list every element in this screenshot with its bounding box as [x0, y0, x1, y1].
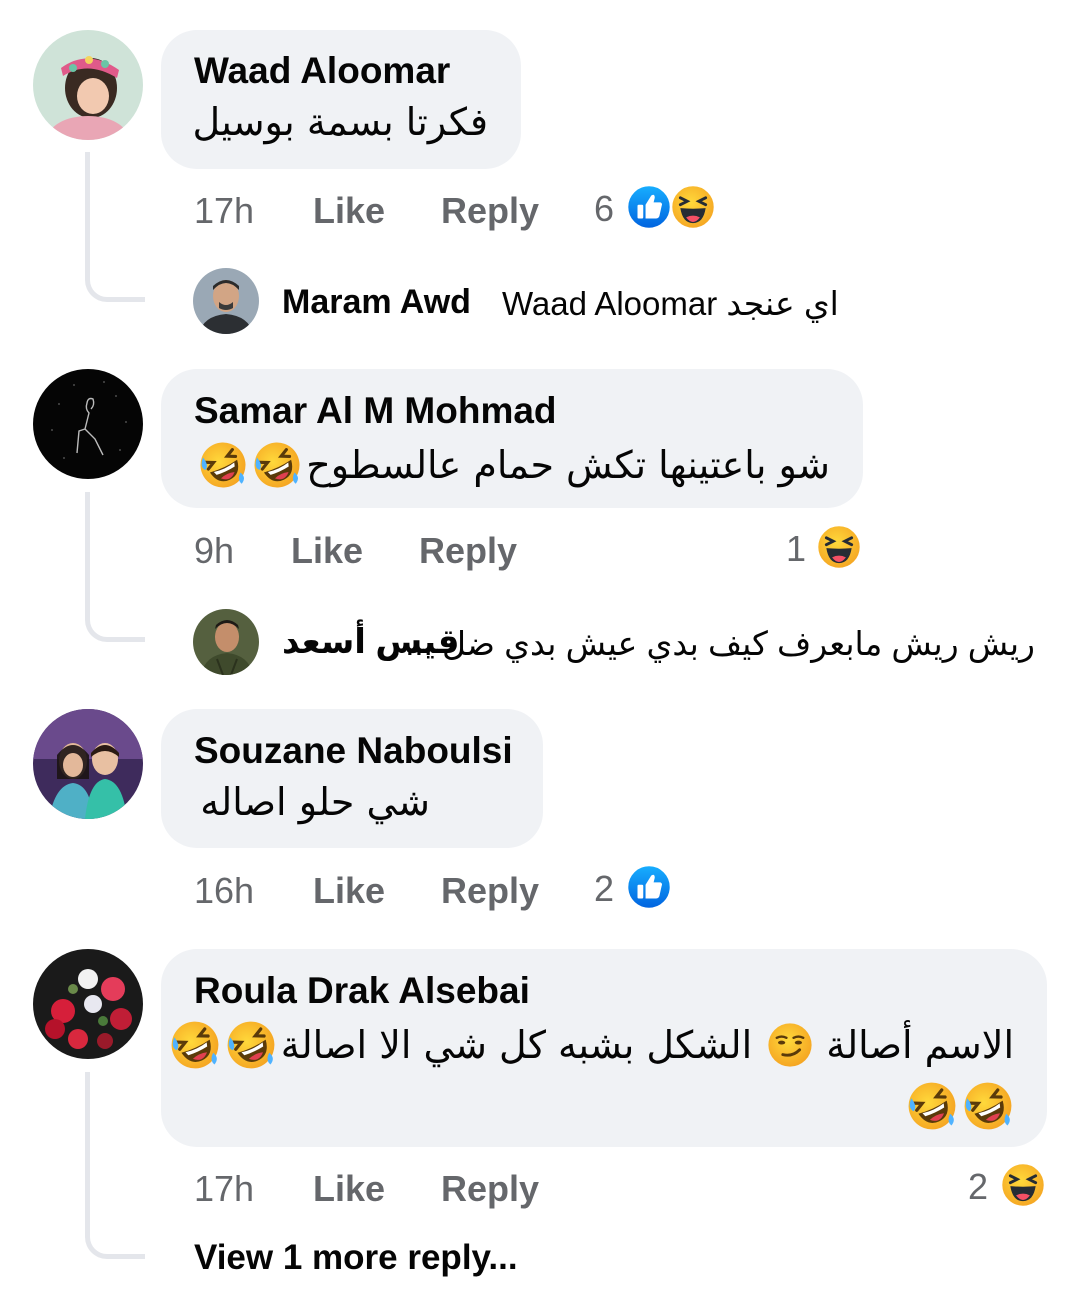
- comment-author[interactable]: Souzane Naboulsi: [194, 730, 513, 772]
- reply-button[interactable]: Reply: [441, 1168, 539, 1210]
- avatar[interactable]: [33, 30, 143, 140]
- reply-text: ريش ريش مابعرف كيف بدي عيش بدي ضل ...: [405, 625, 1035, 662]
- comment-text-row: شو باعتينها تكش حمام عالسطوح: [198, 438, 830, 492]
- haha-icon[interactable]: [816, 524, 862, 570]
- comment-time[interactable]: 17h: [194, 1168, 254, 1210]
- reply-button[interactable]: Reply: [419, 530, 517, 572]
- like-button[interactable]: Like: [313, 1168, 385, 1210]
- reaction-count[interactable]: 2: [968, 1166, 988, 1208]
- comment-text: الاسم أصالة: [826, 1023, 1014, 1067]
- reply-button[interactable]: Reply: [441, 870, 539, 912]
- reply-avatar[interactable]: [193, 268, 259, 334]
- comment-author[interactable]: Roula Drak Alsebai: [194, 970, 530, 1012]
- comment-time[interactable]: 9h: [194, 530, 234, 572]
- comment-author[interactable]: Samar Al M Mohmad: [194, 390, 557, 432]
- haha-icon[interactable]: [670, 184, 716, 230]
- reply-text: Waad Aloomar اي عنجد: [502, 285, 839, 322]
- rofl-icon: [169, 1019, 221, 1071]
- view-more-replies-link[interactable]: View 1 more reply...: [194, 1238, 518, 1278]
- comment-text: فكرتا بسمة بوسيل: [192, 100, 488, 144]
- avatar[interactable]: [33, 369, 143, 479]
- smirk-icon: [766, 1021, 814, 1069]
- like-button[interactable]: Like: [313, 870, 385, 912]
- reply-avatar[interactable]: [193, 609, 259, 675]
- thread-line: [85, 1072, 145, 1259]
- like-button[interactable]: Like: [291, 530, 363, 572]
- comment-time[interactable]: 16h: [194, 870, 254, 912]
- reply-author[interactable]: قيس أسعد: [282, 622, 460, 662]
- rofl-icon: [252, 440, 302, 490]
- reply-button[interactable]: Reply: [441, 190, 539, 232]
- reaction-count[interactable]: 2: [594, 868, 614, 910]
- avatar[interactable]: [33, 709, 143, 819]
- comment-text-row: الشكل بشبه كل شي الا اصالة الاسم أصالة: [169, 1016, 1014, 1074]
- rofl-icon: [906, 1080, 958, 1132]
- profile-photo-icon: [193, 268, 259, 334]
- reaction-count[interactable]: 1: [786, 528, 806, 570]
- profile-photo-icon: [193, 609, 259, 675]
- profile-photo-icon: [33, 949, 143, 1059]
- profile-photo-icon: [33, 709, 143, 819]
- comment-text: شي حلو اصاله: [200, 780, 430, 824]
- comment-text: الشكل بشبه كل شي الا اصالة: [280, 1023, 753, 1067]
- reply-author[interactable]: Maram Awd: [282, 283, 471, 322]
- comment-emoji-row: [906, 1078, 1014, 1134]
- rofl-icon: [198, 440, 248, 490]
- haha-icon[interactable]: [1000, 1162, 1046, 1208]
- comment-text: شو باعتينها تكش حمام عالسطوح: [306, 443, 830, 487]
- comment-author[interactable]: Waad Aloomar: [194, 50, 450, 92]
- avatar[interactable]: [33, 949, 143, 1059]
- rofl-icon: [962, 1080, 1014, 1132]
- like-icon[interactable]: [626, 864, 672, 910]
- comment-time[interactable]: 17h: [194, 190, 254, 232]
- profile-photo-icon: [33, 369, 143, 479]
- rofl-icon: [225, 1019, 277, 1071]
- like-icon[interactable]: [626, 184, 672, 230]
- thread-line: [85, 152, 145, 302]
- like-button[interactable]: Like: [313, 190, 385, 232]
- reaction-count[interactable]: 6: [594, 188, 614, 230]
- thread-line: [85, 492, 145, 642]
- profile-photo-icon: [33, 30, 143, 140]
